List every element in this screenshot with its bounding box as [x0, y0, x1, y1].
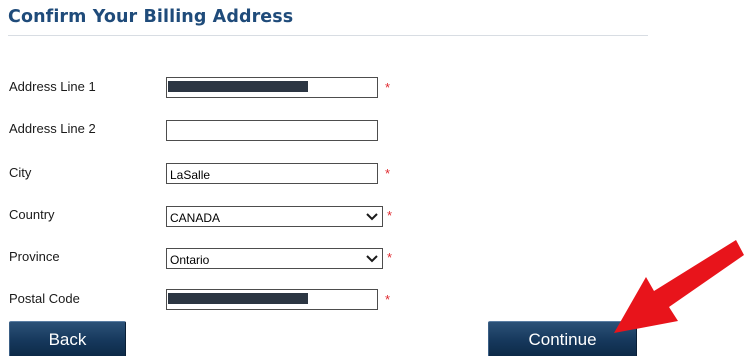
province-label: Province	[9, 249, 60, 264]
province-selected-value: Ontario	[170, 253, 210, 267]
redaction-bar	[168, 293, 308, 304]
address-line-2-label: Address Line 2	[9, 121, 96, 136]
required-asterisk: *	[387, 250, 393, 265]
address-line-2-input[interactable]	[166, 120, 378, 141]
country-select[interactable]: CANADA	[166, 206, 383, 227]
red-arrow-annotation	[614, 240, 744, 333]
required-asterisk: *	[385, 166, 391, 181]
chevron-down-icon	[366, 213, 378, 221]
province-select[interactable]: Ontario	[166, 248, 383, 269]
back-button[interactable]: Back	[9, 321, 126, 356]
postal-code-label: Postal Code	[9, 291, 80, 306]
chevron-down-icon	[366, 255, 378, 263]
city-label: City	[9, 165, 32, 180]
postal-code-input[interactable]	[166, 289, 378, 310]
page-title: Confirm Your Billing Address	[8, 7, 294, 27]
country-label: Country	[9, 207, 55, 222]
title-divider	[8, 35, 648, 36]
redaction-bar	[168, 81, 308, 92]
required-asterisk: *	[385, 80, 391, 95]
country-selected-value: CANADA	[170, 211, 221, 225]
address-line-1-label: Address Line 1	[9, 79, 96, 94]
address-line-1-input[interactable]	[166, 77, 378, 98]
required-asterisk: *	[387, 208, 393, 223]
city-input[interactable]: LaSalle	[166, 163, 378, 184]
required-asterisk: *	[385, 292, 391, 307]
